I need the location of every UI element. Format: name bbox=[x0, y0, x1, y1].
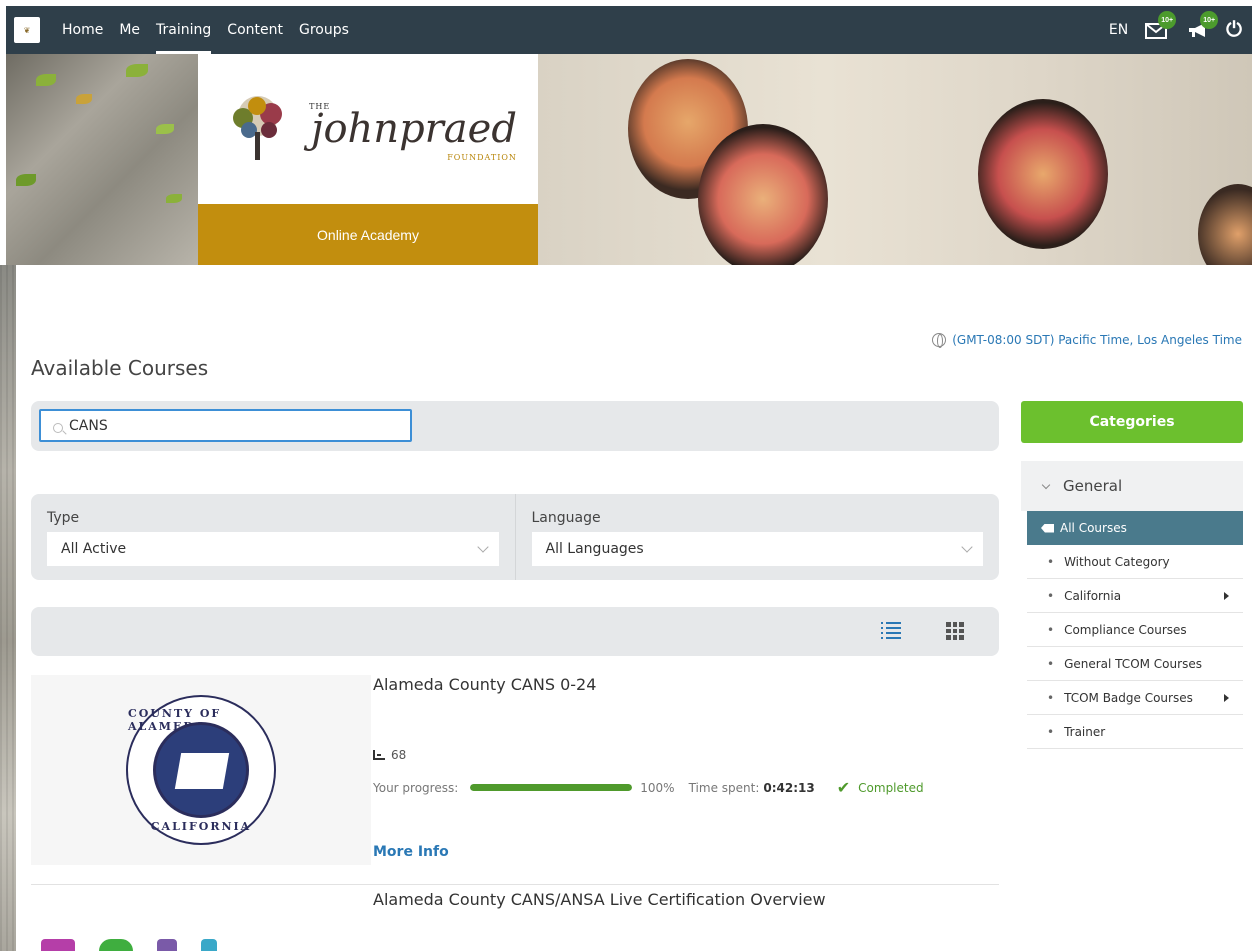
chevron-down-icon bbox=[476, 541, 489, 553]
type-filter: Type All Active bbox=[31, 494, 515, 580]
nav-home[interactable]: Home bbox=[54, 6, 111, 54]
search-icon bbox=[53, 423, 63, 433]
page-title: Available Courses bbox=[31, 356, 209, 380]
nav-groups[interactable]: Groups bbox=[291, 6, 357, 54]
language-select[interactable]: All Languages bbox=[531, 532, 983, 566]
org-foundation: FOUNDATION bbox=[447, 153, 517, 162]
nav-content[interactable]: Content bbox=[219, 6, 291, 54]
grid-view-icon[interactable] bbox=[946, 622, 964, 640]
progress-bar bbox=[470, 784, 633, 791]
org-the: THE bbox=[309, 102, 331, 111]
chevron-down-icon bbox=[961, 541, 973, 553]
main-nav: Home Me Training Content Groups bbox=[54, 6, 357, 54]
academy-label: Online Academy bbox=[198, 204, 538, 265]
timezone-text: (GMT-08:00 SDT) Pacific Time, Los Angele… bbox=[952, 333, 1242, 347]
nav-me[interactable]: Me bbox=[111, 6, 148, 54]
category-group-label: General bbox=[1063, 477, 1123, 495]
category-trainer[interactable]: • Trainer bbox=[1027, 715, 1243, 749]
type-select[interactable]: All Active bbox=[47, 532, 499, 566]
alameda-seal-logo: COUNTY OF ALAMEDA CALIFORNIA bbox=[126, 695, 276, 845]
power-icon[interactable]: ⏻ bbox=[1226, 19, 1242, 42]
steps-icon bbox=[373, 750, 385, 760]
category-tcom-badge-courses[interactable]: • TCOM Badge Courses bbox=[1027, 681, 1243, 715]
top-nav-bar: ❦ Home Me Training Content Groups EN 10+… bbox=[6, 6, 1252, 54]
app-logo[interactable]: ❦ bbox=[14, 17, 40, 43]
course-title[interactable]: Alameda County CANS/ANSA Live Certificat… bbox=[373, 890, 826, 909]
category-label: General TCOM Courses bbox=[1064, 656, 1202, 671]
background-wood bbox=[0, 265, 16, 951]
checkmark-icon: ✔ bbox=[836, 778, 851, 797]
progress-row: Your progress: 100% Time spent: 0:42:13 … bbox=[373, 778, 924, 797]
course-thumbnail[interactable] bbox=[31, 929, 371, 951]
nav-right: EN 10+ 10+ ⏻ bbox=[1109, 11, 1242, 44]
notifications-badge: 10+ bbox=[1200, 11, 1219, 29]
type-value: All Active bbox=[61, 541, 127, 557]
chevron-down-icon bbox=[1041, 480, 1051, 489]
progress-fill bbox=[470, 784, 633, 791]
messages-button[interactable]: 10+ bbox=[1142, 11, 1177, 44]
caret-right-icon[interactable] bbox=[1224, 592, 1229, 600]
lesson-count-value: 68 bbox=[391, 748, 407, 762]
category-label: All Courses bbox=[1060, 521, 1127, 535]
search-bar bbox=[31, 401, 999, 451]
course-thumbnail[interactable]: COUNTY OF ALAMEDA CALIFORNIA bbox=[31, 675, 371, 865]
category-without-category[interactable]: • Without Category bbox=[1027, 545, 1243, 579]
course-card: Alameda County CANS/ANSA Live Certificat… bbox=[31, 885, 999, 951]
category-label: Without Category bbox=[1064, 554, 1170, 569]
category-label: Trainer bbox=[1064, 724, 1106, 739]
search-input[interactable] bbox=[39, 409, 412, 442]
category-all-courses[interactable]: All Courses bbox=[1027, 511, 1243, 545]
list-view-icon[interactable] bbox=[881, 622, 901, 640]
progress-label: Your progress: bbox=[373, 780, 459, 795]
category-label: Compliance Courses bbox=[1064, 622, 1187, 637]
course-card: COUNTY OF ALAMEDA CALIFORNIA Alameda Cou… bbox=[31, 675, 999, 885]
filters-panel: Type All Active Language All Languages bbox=[31, 494, 999, 580]
org-name: johnpraed bbox=[311, 106, 517, 152]
categories-button[interactable]: Categories bbox=[1021, 401, 1243, 443]
category-group-general[interactable]: General bbox=[1021, 461, 1243, 511]
nav-training[interactable]: Training bbox=[148, 6, 219, 54]
banner-wood-image bbox=[6, 54, 198, 265]
language-switcher[interactable]: EN bbox=[1109, 22, 1128, 38]
category-label: California bbox=[1064, 588, 1122, 603]
language-value: All Languages bbox=[545, 541, 644, 557]
language-label: Language bbox=[531, 510, 601, 526]
progress-percent: 100% bbox=[640, 780, 675, 795]
time-value: 0:42:13 bbox=[763, 780, 815, 795]
category-general-tcom-courses[interactable]: • General TCOM Courses bbox=[1027, 647, 1243, 681]
lesson-count: 68 bbox=[373, 748, 406, 762]
status-badge: Completed bbox=[858, 780, 924, 795]
time-label: Time spent: bbox=[688, 780, 760, 795]
category-compliance-courses[interactable]: • Compliance Courses bbox=[1027, 613, 1243, 647]
hero-banner: THE johnpraed FOUNDATION Online Academy bbox=[6, 54, 1252, 265]
messages-badge: 10+ bbox=[1158, 11, 1177, 29]
category-california[interactable]: • California bbox=[1027, 579, 1243, 613]
caret-right-icon[interactable] bbox=[1224, 694, 1229, 702]
language-filter: Language All Languages bbox=[514, 494, 1000, 580]
seal-bottom-text: CALIFORNIA bbox=[150, 820, 252, 833]
banner-photo bbox=[538, 54, 1252, 265]
category-label: TCOM Badge Courses bbox=[1064, 690, 1193, 705]
timezone-link[interactable]: (GMT-08:00 SDT) Pacific Time, Los Angele… bbox=[932, 333, 1242, 348]
course-title[interactable]: Alameda County CANS 0-24 bbox=[373, 675, 596, 694]
foundation-logo: THE johnpraed FOUNDATION bbox=[198, 54, 538, 204]
globe-icon bbox=[932, 333, 947, 348]
view-toggle-bar bbox=[31, 607, 999, 656]
more-info-link[interactable]: More Info bbox=[373, 844, 449, 860]
categories-panel: General All Courses • Without Category • C… bbox=[1021, 461, 1243, 755]
notifications-button[interactable]: 10+ bbox=[1184, 11, 1219, 44]
tag-icon bbox=[1041, 523, 1054, 533]
type-label: Type bbox=[47, 510, 80, 526]
tree-logo-icon bbox=[233, 96, 283, 160]
main-content: (GMT-08:00 SDT) Pacific Time, Los Angele… bbox=[16, 265, 1252, 951]
